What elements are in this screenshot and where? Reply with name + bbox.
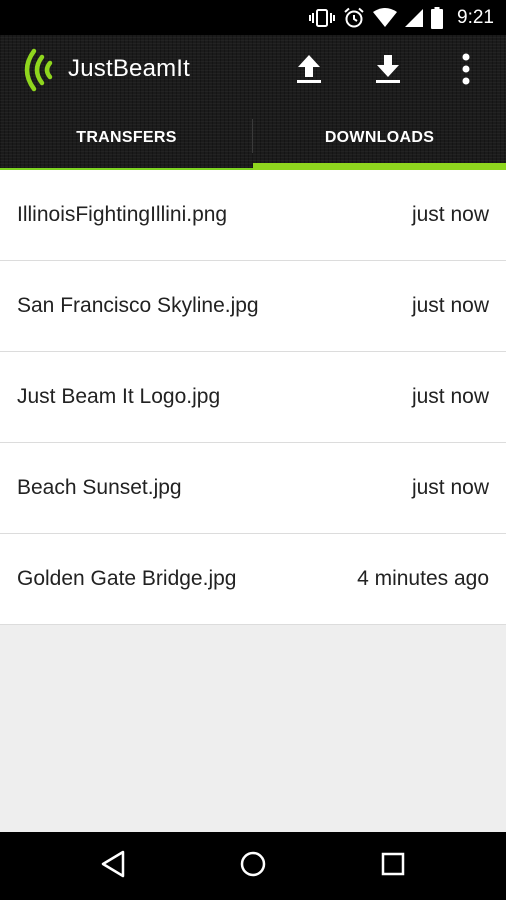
status-bar: 9:21 <box>0 0 506 35</box>
toolbar: JustBeamIt <box>0 35 506 105</box>
list-item[interactable]: San Francisco Skyline.jpg just now <box>0 261 506 352</box>
file-name: Golden Gate Bridge.jpg <box>17 567 237 590</box>
status-clock: 9:21 <box>457 6 494 28</box>
file-time: just now <box>411 294 489 317</box>
home-button[interactable] <box>231 844 275 888</box>
beam-logo-icon <box>22 47 56 93</box>
tab-downloads[interactable]: DOWNLOADS <box>253 105 506 170</box>
file-name: San Francisco Skyline.jpg <box>17 294 259 317</box>
tab-label: TRANSFERS <box>76 128 177 146</box>
tab-label: DOWNLOADS <box>324 128 435 146</box>
list-item[interactable]: Beach Sunset.jpg just now <box>0 443 506 534</box>
download-button[interactable] <box>366 49 410 93</box>
list-item[interactable]: Golden Gate Bridge.jpg 4 minutes ago <box>0 534 506 625</box>
app-header: JustBeamIt TRANSFERS DOWNLOADS <box>0 35 506 170</box>
home-icon <box>239 850 267 883</box>
tab-bar: TRANSFERS DOWNLOADS <box>0 105 506 170</box>
back-icon <box>100 850 126 883</box>
file-time: just now <box>411 385 489 408</box>
tab-selected-indicator <box>253 163 506 170</box>
vibrate-icon <box>309 8 336 28</box>
recents-icon <box>381 852 405 881</box>
status-icons: 9:21 <box>309 0 494 35</box>
overflow-menu-icon <box>462 53 470 90</box>
tab-transfers[interactable]: TRANSFERS <box>0 105 253 170</box>
wifi-icon <box>373 7 398 28</box>
recents-button[interactable] <box>371 844 415 888</box>
battery-icon <box>431 6 444 29</box>
navigation-bar <box>0 832 506 900</box>
list-item[interactable]: Just Beam It Logo.jpg just now <box>0 352 506 443</box>
cell-signal-icon <box>405 8 424 27</box>
downloads-list: IllinoisFightingIllini.png just now San … <box>0 170 506 625</box>
upload-button[interactable] <box>287 49 331 93</box>
download-icon <box>375 54 401 89</box>
file-name: Just Beam It Logo.jpg <box>17 385 221 408</box>
list-item[interactable]: IllinoisFightingIllini.png just now <box>0 170 506 261</box>
overflow-menu-button[interactable] <box>444 49 488 93</box>
file-name: IllinoisFightingIllini.png <box>17 203 228 226</box>
file-time: just now <box>411 203 489 226</box>
file-time: just now <box>411 476 489 499</box>
app-title: JustBeamIt <box>68 55 191 82</box>
file-name: Beach Sunset.jpg <box>17 476 182 499</box>
file-time: 4 minutes ago <box>357 567 489 590</box>
alarm-icon <box>343 7 365 29</box>
back-button[interactable] <box>91 844 135 888</box>
upload-icon <box>296 54 322 89</box>
